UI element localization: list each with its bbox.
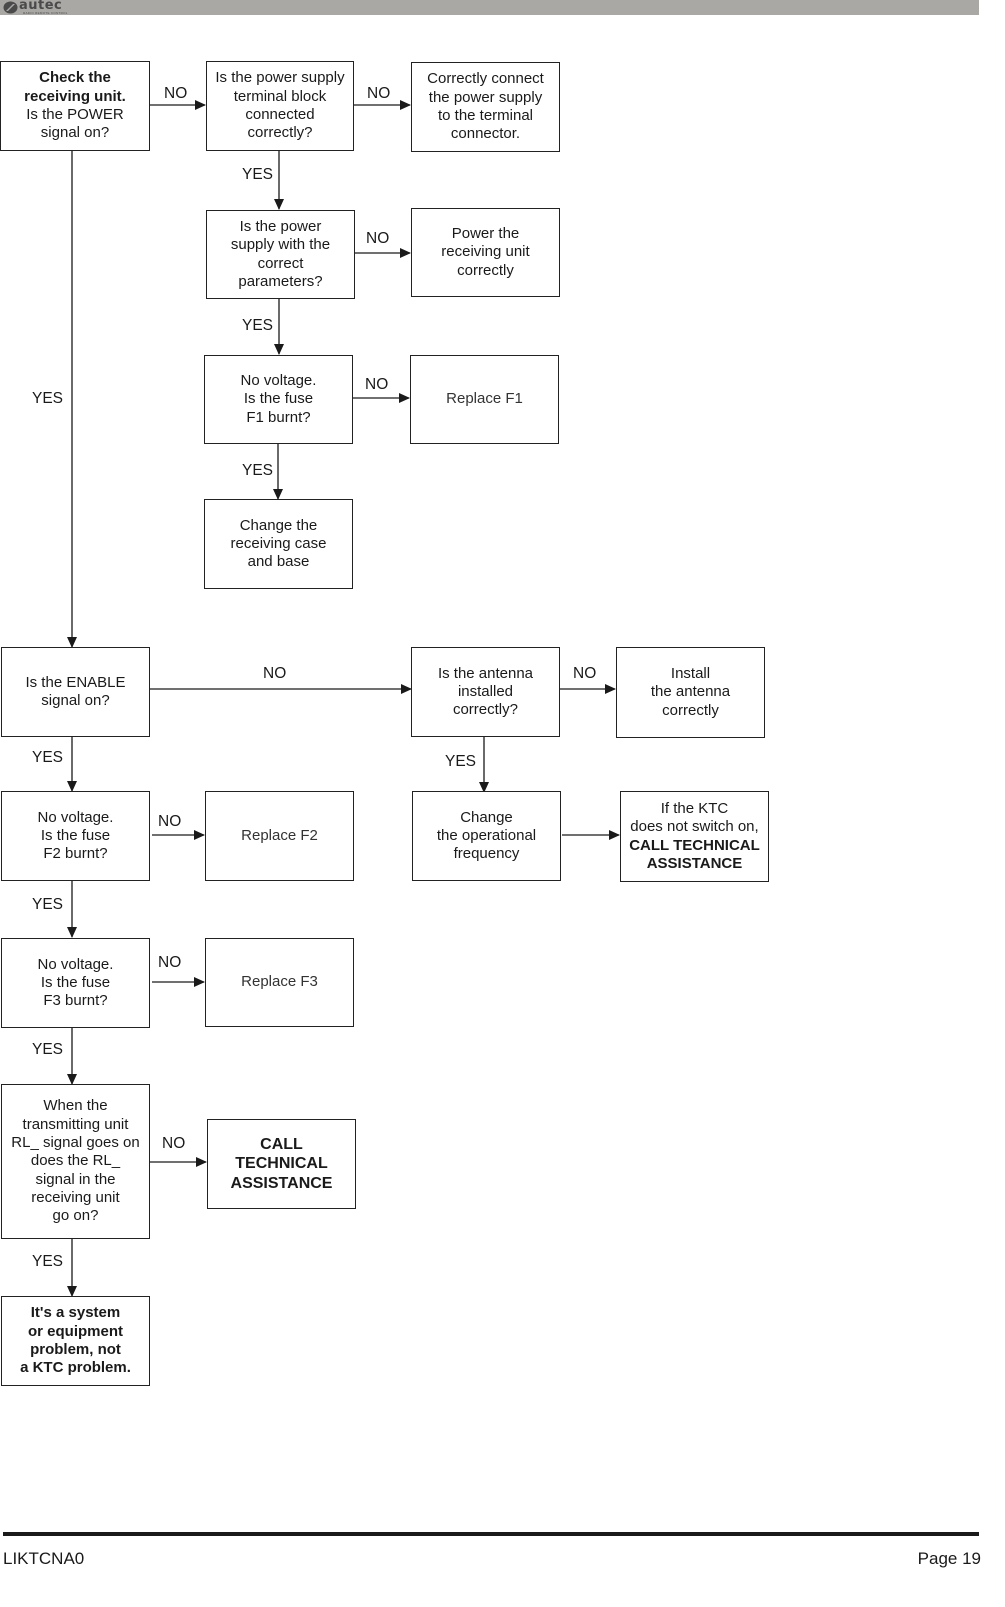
footer-rule [3, 1532, 979, 1536]
node-replace-f2: Replace F2 [205, 791, 354, 881]
label-yes: YES [32, 1041, 64, 1058]
node-ktc-switch-text: If the KTC does not switch on, [630, 799, 759, 836]
label-no: NO [158, 813, 182, 830]
node-power-unit: Power the receiving unit correctly [411, 208, 560, 297]
footer-doc-code: LIKTCNA0 [3, 1549, 85, 1568]
node-check-power: Check the receiving unit. Is the POWER s… [0, 61, 150, 151]
node-ktc-switch-call: CALL TECHNICAL ASSISTANCE [629, 836, 760, 872]
node-call-assistance: CALL TECHNICAL ASSISTANCE [207, 1119, 356, 1209]
node-rl-signal: When the transmitting unit RL_ signal go… [1, 1084, 150, 1239]
node-check-power-title: Check the receiving unit. [24, 69, 126, 105]
label-yes: YES [242, 166, 274, 183]
node-correct-params: Is the power supply with the correct par… [206, 210, 355, 299]
node-check-power-question: Is the POWER signal on? [26, 106, 124, 142]
label-no: NO [573, 665, 597, 682]
label-no: NO [367, 85, 391, 102]
node-fuse-f1: No voltage. Is the fuse F1 burnt? [204, 355, 353, 444]
node-connect-power: Correctly connect the power supply to th… [411, 62, 560, 152]
node-replace-f3: Replace F3 [205, 938, 354, 1027]
label-yes: YES [32, 896, 64, 913]
node-fuse-f2: No voltage. Is the fuse F2 burnt? [1, 791, 150, 881]
footer-page-number: Page 19 [917, 1549, 981, 1568]
label-yes: YES [32, 749, 64, 766]
label-yes: YES [242, 317, 274, 334]
node-antenna-installed: Is the antenna installed correctly? [411, 647, 560, 737]
label-no: NO [365, 376, 389, 393]
label-no: NO [158, 954, 182, 971]
node-replace-f1: Replace F1 [410, 355, 559, 444]
label-yes: YES [242, 462, 274, 479]
label-yes: YES [32, 1253, 64, 1270]
node-change-frequency: Change the operational frequency [412, 791, 561, 881]
node-change-case: Change the receiving case and base [204, 499, 353, 589]
label-no: NO [162, 1135, 186, 1152]
node-fuse-f3: No voltage. Is the fuse F3 burnt? [1, 938, 150, 1028]
node-enable-signal: Is the ENABLE signal on? [1, 647, 150, 737]
label-no: NO [366, 230, 390, 247]
label-no: NO [164, 85, 188, 102]
label-yes: YES [32, 390, 64, 407]
label-no: NO [263, 665, 287, 682]
node-install-antenna: Install the antenna correctly [616, 647, 765, 738]
label-yes: YES [445, 753, 477, 770]
node-terminal-block: Is the power supply terminal block conne… [206, 61, 354, 151]
node-system-problem: It's a system or equipment problem, not … [1, 1296, 150, 1386]
node-ktc-switch: If the KTC does not switch on, CALL TECH… [620, 791, 769, 882]
